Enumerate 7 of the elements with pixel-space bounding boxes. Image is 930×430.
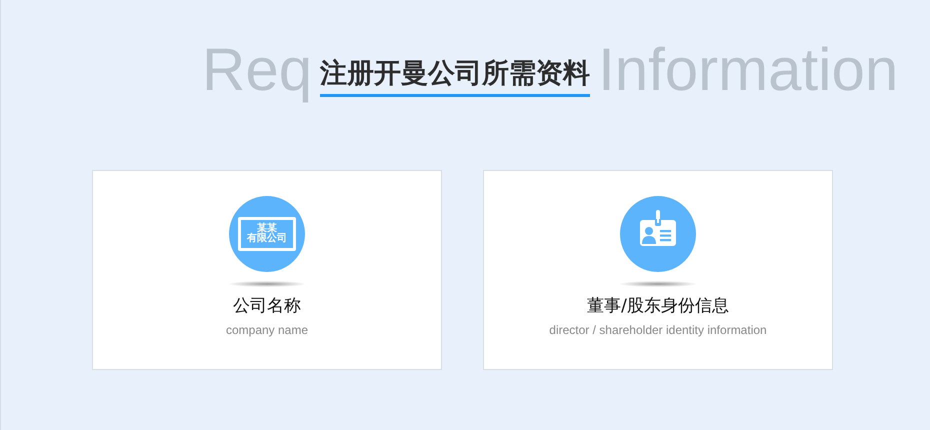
card-subtitle: company name xyxy=(226,322,308,340)
card-subtitle: director / shareholder identity information xyxy=(549,322,767,340)
section-title: 注册开曼公司所需资料 xyxy=(320,58,590,98)
card-title: 公司名称 xyxy=(233,295,301,318)
icon-label: 有限公司 xyxy=(247,234,287,244)
icon-label: 某某 xyxy=(257,224,277,234)
card-title: 董事/股东身份信息 xyxy=(587,295,729,318)
